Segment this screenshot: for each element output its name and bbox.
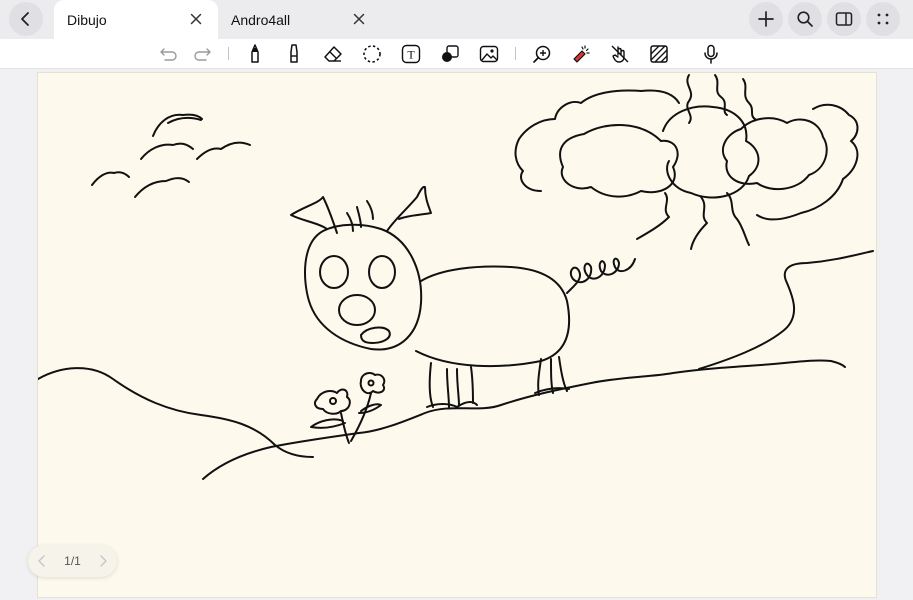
image-tool[interactable]	[478, 43, 500, 65]
lasso-tool[interactable]	[361, 43, 383, 65]
highlighter-icon	[290, 44, 298, 63]
drawing-toolbar: T	[0, 39, 913, 69]
birds-drawing	[91, 113, 251, 198]
chevron-right-icon[interactable]	[96, 553, 110, 569]
more-button[interactable]	[866, 2, 900, 36]
flowers-drawing	[310, 372, 386, 444]
dots-grid-icon	[877, 13, 889, 25]
tab-bar: Dibujo Andro4all	[0, 0, 913, 39]
tab-andro4all[interactable]: Andro4all	[218, 0, 382, 39]
plus-icon	[758, 11, 774, 27]
redo-button[interactable]	[191, 43, 213, 65]
search-button[interactable]	[788, 2, 822, 36]
laser-pointer-tool[interactable]	[570, 43, 592, 65]
close-icon[interactable]	[351, 11, 367, 27]
sidebar-panel-icon	[835, 12, 853, 26]
tab-dibujo[interactable]: Dibujo	[54, 0, 218, 39]
sidebar-toggle-button[interactable]	[827, 2, 861, 36]
toolbar-divider	[228, 47, 229, 60]
shapes-icon	[442, 45, 459, 62]
shapes-tool[interactable]	[439, 43, 461, 65]
back-button[interactable]	[9, 2, 43, 36]
clouds-drawing	[514, 89, 859, 221]
text-icon: T	[401, 44, 421, 64]
undo-icon	[160, 48, 177, 61]
highlighter-tool[interactable]	[283, 43, 305, 65]
tab-label: Andro4all	[231, 12, 291, 28]
search-icon	[797, 11, 813, 27]
hills-drawing	[38, 250, 874, 480]
pen-icon	[251, 44, 259, 63]
toolbar-divider	[515, 47, 516, 60]
eraser-icon	[324, 46, 342, 62]
laser-pointer-icon	[573, 45, 590, 63]
zoom-tool[interactable]	[531, 43, 553, 65]
redo-icon	[194, 48, 211, 61]
chevron-left-icon	[21, 12, 29, 26]
microphone-icon	[704, 44, 718, 64]
sketch-drawing	[38, 74, 874, 480]
lasso-icon	[363, 45, 381, 63]
texture-tool[interactable]	[648, 43, 670, 65]
undo-button[interactable]	[158, 43, 180, 65]
microphone-button[interactable]	[700, 43, 722, 65]
page-navigator: 1/1	[28, 545, 117, 577]
rain-drawing	[636, 74, 756, 250]
text-tool-glyph: T	[407, 48, 415, 62]
new-tab-button[interactable]	[749, 2, 783, 36]
zoom-icon	[533, 45, 551, 63]
image-icon	[479, 45, 499, 63]
pen-tool[interactable]	[244, 43, 266, 65]
drawing-canvas[interactable]	[37, 72, 877, 598]
pig-drawing	[290, 185, 636, 408]
tab-label: Dibujo	[67, 12, 107, 28]
text-tool[interactable]: T	[400, 43, 422, 65]
touch-draw-toggle[interactable]	[609, 43, 631, 65]
touch-draw-icon	[611, 45, 629, 63]
texture-icon	[650, 45, 668, 63]
close-icon[interactable]	[188, 11, 204, 27]
eraser-tool[interactable]	[322, 43, 344, 65]
